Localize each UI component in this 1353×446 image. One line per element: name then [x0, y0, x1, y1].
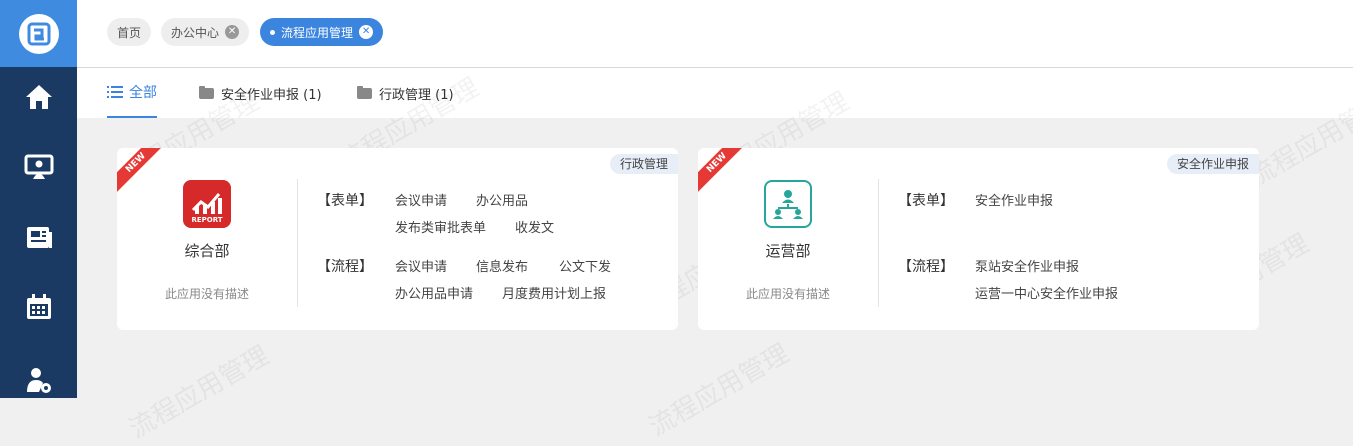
folder-icon	[199, 85, 214, 99]
form-link[interactable]: 收发文	[515, 217, 554, 236]
forms-label: 【表单】	[317, 193, 373, 209]
category-badge: 安全作业申报	[1166, 154, 1259, 174]
form-link[interactable]: 办公用品	[476, 190, 528, 209]
new-tag: NEW	[698, 148, 747, 193]
flow-link[interactable]: 月度费用计划上报	[502, 283, 606, 302]
home-icon[interactable]	[0, 72, 77, 122]
new-tag: NEW	[117, 148, 166, 193]
tab-label: 首页	[117, 25, 142, 40]
sidebar	[0, 0, 77, 398]
tab-office-center[interactable]: 办公中心 ✕	[161, 18, 250, 46]
watermark: 流程应用管理	[644, 338, 795, 443]
app-logo-icon	[18, 13, 59, 54]
monitor-user-icon[interactable]	[0, 142, 77, 192]
category-tabs: 全部 安全作业申报 (1) 行政管理 (1)	[77, 68, 1353, 118]
forms-label: 【表单】	[898, 193, 954, 209]
category-tab-label: 全部	[129, 85, 157, 101]
category-badge: 行政管理	[609, 154, 678, 174]
active-dot-icon	[270, 29, 275, 35]
folder-icon	[357, 85, 372, 99]
close-icon[interactable]: ✕	[225, 25, 240, 39]
form-link[interactable]: 发布类审批表单	[395, 217, 486, 236]
category-tab-all[interactable]: 全部	[107, 68, 157, 118]
org-structure-icon	[764, 180, 812, 228]
report-chart-icon: REPORT	[183, 180, 231, 228]
list-icon	[107, 86, 123, 98]
flow-link[interactable]: 信息发布	[476, 256, 528, 275]
app-description: 此应用没有描述	[164, 287, 249, 301]
calendar-icon[interactable]	[0, 282, 77, 332]
tab-label: 流程应用管理	[281, 25, 354, 40]
news-icon[interactable]	[0, 212, 77, 262]
flow-link[interactable]: 泵站安全作业申报	[975, 256, 1079, 275]
close-icon[interactable]: ✕	[359, 25, 374, 39]
form-link[interactable]: 会议申请	[395, 190, 447, 209]
app-card-general[interactable]: NEW 行政管理 REPORT 综合部 此应用没有描述 【表单】 会议申请 办公…	[117, 148, 678, 330]
divider	[297, 179, 298, 307]
flow-link[interactable]: 办公用品申请	[395, 283, 473, 302]
divider	[878, 179, 879, 307]
tab-label: 办公中心	[171, 25, 220, 40]
form-link[interactable]: 安全作业申报	[975, 190, 1053, 209]
flow-link[interactable]: 会议申请	[395, 256, 447, 275]
tab-home[interactable]: 首页	[107, 18, 152, 46]
app-card-operations[interactable]: NEW 安全作业申报 运营部 此应用没有描述 【表单】 安全作业申报 【流程】 …	[698, 148, 1259, 330]
tab-process-app-management[interactable]: 流程应用管理 ✕	[260, 18, 384, 46]
flows-label: 【流程】	[317, 259, 373, 275]
flow-link[interactable]: 运营一中心安全作业申报	[975, 283, 1118, 302]
top-tab-bar: 首页 办公中心 ✕ 流程应用管理 ✕	[77, 0, 1353, 68]
svg-text:REPORT: REPORT	[191, 216, 222, 224]
app-name: 综合部	[184, 242, 230, 260]
app-logo[interactable]	[0, 0, 77, 67]
watermark: 流程应用管理	[124, 340, 275, 445]
flows-label: 【流程】	[898, 259, 954, 275]
flow-link[interactable]: 公文下发	[559, 256, 611, 275]
app-name: 运营部	[765, 242, 811, 260]
app-description: 此应用没有描述	[745, 287, 830, 301]
